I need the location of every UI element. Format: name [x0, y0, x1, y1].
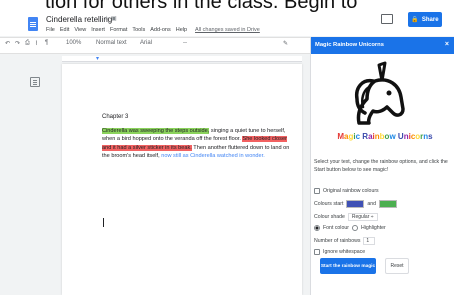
paint-format-icon[interactable]: ¶: [45, 40, 48, 46]
share-label: Share: [421, 16, 439, 23]
font-colour-radio[interactable]: [314, 225, 320, 231]
menu-addons[interactable]: Add-ons: [150, 27, 171, 33]
menu-insert[interactable]: Insert: [91, 27, 105, 33]
num-rainbows-label: Number of rainbows: [314, 238, 361, 244]
original-colours-checkbox[interactable]: [314, 188, 320, 194]
indent-marker-icon[interactable]: ▾: [96, 55, 99, 62]
num-rainbows-row: Number of rainbows 1: [314, 237, 376, 245]
sidebar-description: Select your text, change the rainbow opt…: [314, 159, 448, 173]
chapter-heading: Chapter 3: [102, 114, 129, 120]
caption-text: tion for others in the class. Begin to: [45, 0, 358, 13]
text-blue: now still as Cinderella watched in wonde…: [161, 152, 265, 159]
unicorn-logo-icon: [354, 61, 405, 125]
share-button[interactable]: 🔒 Share: [408, 12, 442, 27]
original-colours-row[interactable]: Original rainbow colours: [314, 188, 379, 194]
menu-tools[interactable]: Tools: [132, 27, 145, 33]
sidebar-title: Magic Rainbow Unicorns: [315, 42, 384, 48]
start-colour-swatch[interactable]: [346, 200, 365, 208]
rainbow-letter: w: [389, 132, 396, 141]
menu-bar: File Edit View Insert Format Tools Add-o…: [46, 27, 260, 33]
colour-shade-select[interactable]: Regular ÷: [347, 213, 378, 221]
ignore-whitespace-checkbox[interactable]: [314, 249, 320, 255]
ignore-whitespace-label: Ignore whitespace: [323, 249, 366, 255]
redo-icon[interactable]: ↷: [15, 40, 20, 47]
original-colours-label: Original rainbow colours: [323, 188, 379, 194]
style-select[interactable]: Normal text: [96, 40, 127, 46]
sidebar-header: Magic Rainbow Unicorns ×: [311, 37, 454, 54]
story-paragraph[interactable]: Cinderella was sweeping the steps outsid…: [102, 127, 297, 160]
lock-icon: 🔒: [411, 17, 419, 23]
colour-target-row: Font colour Highlighter: [314, 225, 386, 231]
undo-icon[interactable]: ↶: [5, 40, 10, 47]
spellcheck-icon[interactable]: ⌇: [35, 40, 38, 47]
rainbow-letter: s: [428, 132, 433, 141]
menu-view[interactable]: View: [74, 27, 86, 33]
document-title[interactable]: Cinderella retelling: [46, 15, 112, 24]
highlighter-label: Highlighter: [360, 225, 386, 231]
addon-sidebar: Magic Rainbow Unicorns × Magic Rainbow U…: [310, 37, 454, 295]
cropped-caption: tion for others in the class. Begin to: [0, 0, 454, 14]
menu-format[interactable]: Format: [110, 27, 127, 33]
ignore-whitespace-row[interactable]: Ignore whitespace: [314, 249, 365, 255]
comment-icon[interactable]: [381, 14, 393, 24]
start-rainbow-button[interactable]: Start the rainbow magic: [320, 258, 376, 274]
font-colour-label: Font colour: [323, 225, 349, 231]
document-page[interactable]: [62, 64, 302, 295]
print-icon[interactable]: ⎙: [25, 40, 30, 47]
star-folder-icons[interactable]: ☆ ▣: [104, 15, 117, 22]
text-cursor: [103, 218, 104, 227]
save-status[interactable]: All changes saved in Drive: [195, 27, 260, 33]
colour-shade-label: Colour shade: [314, 214, 345, 220]
editing-mode-icon[interactable]: ✎: [283, 40, 288, 47]
colours-start-row: Colours start and: [314, 200, 398, 208]
and-label: and: [367, 201, 377, 207]
num-rainbows-input[interactable]: 1: [363, 237, 376, 245]
font-size-select[interactable]: --: [183, 40, 187, 46]
end-colour-swatch[interactable]: [379, 200, 398, 208]
font-select[interactable]: Arial: [140, 40, 152, 46]
highlight-green: Cinderella was sweeping the steps outsid…: [102, 128, 210, 134]
menu-edit[interactable]: Edit: [60, 27, 69, 33]
docs-logo-icon[interactable]: [28, 17, 38, 31]
document-outline-icon[interactable]: [30, 77, 40, 87]
zoom-select[interactable]: 100%: [66, 40, 81, 46]
menu-file[interactable]: File: [46, 27, 55, 33]
reset-button[interactable]: Reset: [385, 258, 409, 274]
rainbow-heading: Magic Rainbow Unicorns: [315, 132, 454, 141]
colours-start-label: Colours start: [314, 201, 344, 207]
menu-help[interactable]: Help: [176, 27, 187, 33]
close-icon[interactable]: ×: [445, 41, 449, 48]
highlighter-radio[interactable]: [351, 225, 358, 231]
colour-shade-row: Colour shade Regular ÷: [314, 213, 378, 221]
